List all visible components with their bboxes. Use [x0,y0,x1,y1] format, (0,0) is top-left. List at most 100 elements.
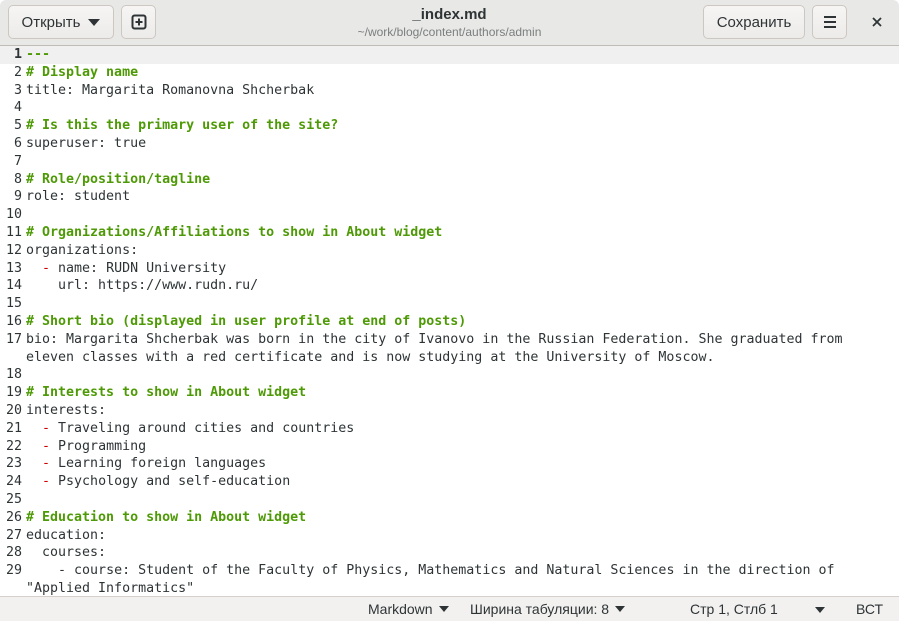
line-number: 5 [13,118,22,134]
line-text: Psychology and self-education [50,474,291,490]
line-number: 24 [5,474,22,490]
code-line: 28 courses: [0,544,899,562]
chevron-down-icon [438,606,449,612]
status-bar: Markdown Ширина табуляции: 8 Стр 1, Стлб… [0,596,899,621]
list-item-line: - name: RUDN University [26,260,844,278]
code-line: 27 education: [0,527,899,545]
list-item-line: - Learning foreign languages [26,455,844,473]
line-number: 18 [5,367,22,383]
list-item-line: - Psychology and self-education [26,473,844,491]
line-number: 29 [5,563,22,579]
line-number: 22 [5,438,22,454]
close-button[interactable] [860,10,894,34]
code-line: 11 # Organizations/Affiliations to show i… [0,224,899,242]
insert-mode[interactable]: ВСТ [856,601,883,617]
code-line: 20 interests: [0,402,899,420]
code-line: 12 organizations: [0,242,899,260]
code-line: 22 - Programming [0,438,899,456]
line-number: 10 [5,207,22,223]
code-line: 29 - course: Student of the Faculty of P… [0,562,899,596]
position-dropdown[interactable] [815,607,825,613]
line-text: - course: Student of the Faculty of Phys… [26,563,843,596]
comment-line: # Is this the primary user of the site? [26,118,339,134]
line-number: 21 [5,420,22,436]
line-number: 23 [5,456,22,472]
line-text [26,366,844,384]
line-number: 28 [5,545,22,561]
code-line: 19 # Interests to show in About widget [0,384,899,402]
chevron-down-icon [615,606,626,612]
save-label: Сохранить [716,13,792,31]
code-line: 6 superuser: true [0,135,899,153]
comment-line: # Education to show in About widget [26,509,307,525]
line-number: 16 [5,313,22,329]
line-number: 13 [5,260,22,276]
code-line: 4 [0,99,899,117]
comment-line: # Organizations/Affiliations to show in … [26,224,443,240]
code-line: 21 - Traveling around cities and countri… [0,420,899,438]
cursor-position[interactable]: Стр 1, Стлб 1 [690,601,778,617]
hamburger-icon [823,16,836,28]
line-text: bio: Margarita Shcherbak was born in the… [26,331,851,365]
line-text: role: student [26,189,131,205]
line-number: 15 [5,296,22,312]
code-line: 26 # Education to show in About widget [0,509,899,527]
line-text: education: [26,527,107,543]
chevron-down-icon [815,607,825,613]
code-line: 24 - Psychology and self-education [0,473,899,491]
line-text: Traveling around cities and countries [50,420,355,436]
line-text: title: Margarita Romanovna Shcherbak [26,82,315,98]
code-line: 18 [0,366,899,384]
line-number: 12 [5,242,22,258]
line-text: interests: [26,402,107,418]
line-number: 1 [13,47,22,62]
code-line: 16 # Short bio (displayed in user profile… [0,313,899,331]
code-line: 14 url: https://www.rudn.ru/ [0,277,899,295]
line-number: 11 [5,224,22,240]
code-line: 3 title: Margarita Romanovna Shcherbak [0,82,899,100]
line-number: 19 [5,385,22,401]
line-number: 7 [13,153,22,169]
tab-width-label: Ширина табуляции: 8 [470,601,610,617]
comment-line: # Interests to show in About widget [26,385,307,401]
tab-width-selector[interactable]: Ширина табуляции: 8 [470,601,626,617]
list-dash: - [42,260,51,276]
line-text [26,206,844,224]
line-text: name: RUDN University [50,260,227,276]
code-line: 17 bio: Margarita Shcherbak was born in t… [0,331,899,367]
line-text [26,295,844,313]
line-number: 9 [13,189,22,205]
comment-line: # Display name [26,64,139,80]
code-line: 13 - name: RUDN University [0,260,899,278]
line-number: 17 [5,331,22,347]
save-button[interactable]: Сохранить [703,5,805,39]
list-dash: - [42,420,51,436]
line-text: Programming [50,438,147,454]
code-line: 15 [0,295,899,313]
line-number: 2 [13,64,22,80]
comment-line: --- [26,47,51,62]
comment-line: # Role/position/tagline [26,171,211,187]
list-dash: - [42,438,51,454]
line-number: 6 [13,135,22,151]
line-text [26,99,844,117]
menu-button[interactable] [812,5,847,39]
text-editor[interactable]: 1 --- 2 # Display name 3 title: Margarita Rom… [0,46,899,596]
code-line: 1 --- [0,46,899,64]
line-number: 25 [5,491,22,507]
list-dash: - [42,456,51,472]
line-text [26,153,844,171]
code-line: 9 role: student [0,188,899,206]
list-item-line: - Traveling around cities and countries [26,420,844,438]
line-text: url: https://www.rudn.ru/ [26,278,259,294]
line-text [26,491,844,509]
insert-mode-label: ВСТ [856,601,884,617]
line-number: 8 [13,171,22,187]
language-label: Markdown [368,601,433,617]
language-selector[interactable]: Markdown [368,601,449,617]
code-line: 5 # Is this the primary user of the site? [0,117,899,135]
code-line: 10 [0,206,899,224]
header-bar: Открыть _index.md ~/work/blog/content/au… [0,0,899,46]
line-number: 3 [13,82,22,98]
code-line: 25 [0,491,899,509]
